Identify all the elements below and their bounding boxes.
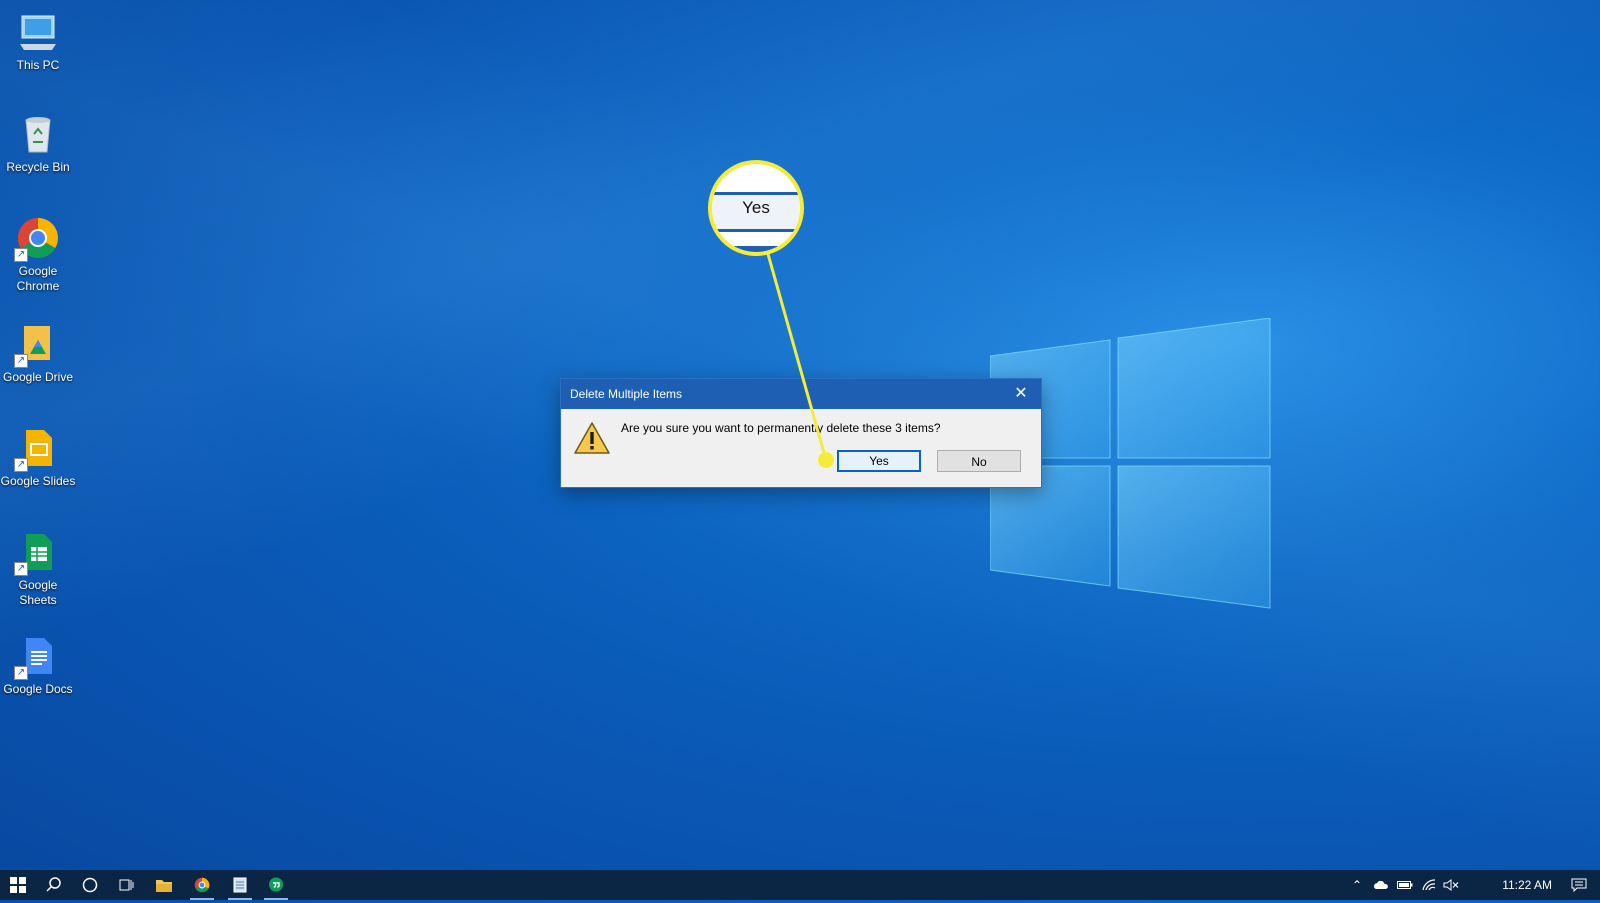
delete-confirmation-dialog: Delete Multiple Items ✕ Are you sure you… <box>560 378 1042 488</box>
taskbar: ⌃ 11:22 AM <box>0 870 1600 900</box>
taskbar-notepad[interactable] <box>222 870 258 900</box>
notepad-icon <box>233 877 247 893</box>
file-explorer-icon <box>156 880 172 892</box>
desktop-icon-label: This PC <box>16 58 60 72</box>
desktop-icon-label: Google Chrome <box>16 264 60 293</box>
chrome-icon: ↗ <box>14 216 60 262</box>
no-button[interactable]: No <box>937 450 1021 472</box>
dialog-title: Delete Multiple Items <box>570 387 683 401</box>
desktop-icon-google-docs[interactable]: ↗ Google Docs <box>0 634 76 697</box>
wifi-icon[interactable] <box>1418 870 1440 900</box>
callout-magnifier: Yes <box>708 160 804 256</box>
google-docs-icon: ↗ <box>14 634 60 680</box>
desktop-icon-label: Google Drive <box>2 370 74 384</box>
search-icon <box>46 877 61 892</box>
notification-center-icon[interactable] <box>1568 870 1590 900</box>
desktop-icon-label: Google Slides <box>0 474 76 488</box>
task-view-icon <box>119 879 134 891</box>
callout-label: Yes <box>742 198 770 217</box>
close-icon: ✕ <box>1014 385 1028 402</box>
desktop-icon-recycle-bin[interactable]: Recycle Bin <box>0 112 76 175</box>
system-tray: ⌃ 11:22 AM <box>1340 870 1600 900</box>
desktop-icon-label: Google Sheets <box>18 578 58 607</box>
taskbar-chrome[interactable] <box>184 870 220 900</box>
warning-icon <box>574 422 610 454</box>
google-slides-icon: ↗ <box>14 426 60 472</box>
chevron-up-icon[interactable]: ⌃ <box>1346 870 1368 900</box>
dialog-body: Are you sure you want to permanently del… <box>561 409 1041 487</box>
desktop-icon-this-pc[interactable]: This PC <box>0 10 76 73</box>
shortcut-arrow-icon: ↗ <box>14 562 28 576</box>
taskbar-hangouts[interactable] <box>258 870 294 900</box>
recycle-bin-icon <box>16 112 60 156</box>
google-sheets-icon: ↗ <box>14 530 60 576</box>
onedrive-icon[interactable] <box>1370 870 1392 900</box>
yes-button[interactable]: Yes <box>837 450 921 472</box>
hangouts-icon <box>269 877 283 892</box>
desktop-icon-label: Google Docs <box>3 682 73 696</box>
windows-start-icon <box>10 877 26 893</box>
shortcut-arrow-icon: ↗ <box>14 458 28 472</box>
desktop-icon-google-drive[interactable]: ↗ Google Drive <box>0 322 76 385</box>
battery-icon[interactable] <box>1394 870 1416 900</box>
close-button[interactable]: ✕ <box>1011 379 1031 409</box>
desktop-icon-google-sheets[interactable]: ↗ Google Sheets <box>0 530 76 608</box>
task-view-button[interactable] <box>108 870 144 900</box>
dialog-message: Are you sure you want to permanently del… <box>621 421 941 435</box>
desktop: This PC Recycle Bin ↗ Google Chrome ↗ Go… <box>0 0 1600 870</box>
shortcut-arrow-icon: ↗ <box>14 354 28 368</box>
callout-titlebar-zoom <box>712 246 800 252</box>
dialog-titlebar[interactable]: Delete Multiple Items ✕ <box>561 379 1041 409</box>
start-button[interactable] <box>0 870 36 900</box>
cortana-icon <box>82 877 98 893</box>
google-drive-icon: ↗ <box>14 322 60 368</box>
shortcut-arrow-icon: ↗ <box>14 248 28 262</box>
computer-icon <box>16 10 60 54</box>
cortana-button[interactable] <box>72 870 108 900</box>
desktop-icon-label: Recycle Bin <box>6 160 70 174</box>
search-button[interactable] <box>36 870 72 900</box>
chrome-icon <box>194 877 210 893</box>
desktop-icon-google-slides[interactable]: ↗ Google Slides <box>0 426 76 489</box>
desktop-icon-google-chrome[interactable]: ↗ Google Chrome <box>0 216 76 294</box>
taskbar-file-explorer[interactable] <box>146 870 182 900</box>
volume-muted-icon[interactable] <box>1440 870 1462 900</box>
taskbar-clock[interactable]: 11:22 AM <box>1502 870 1552 900</box>
shortcut-arrow-icon: ↗ <box>14 666 28 680</box>
